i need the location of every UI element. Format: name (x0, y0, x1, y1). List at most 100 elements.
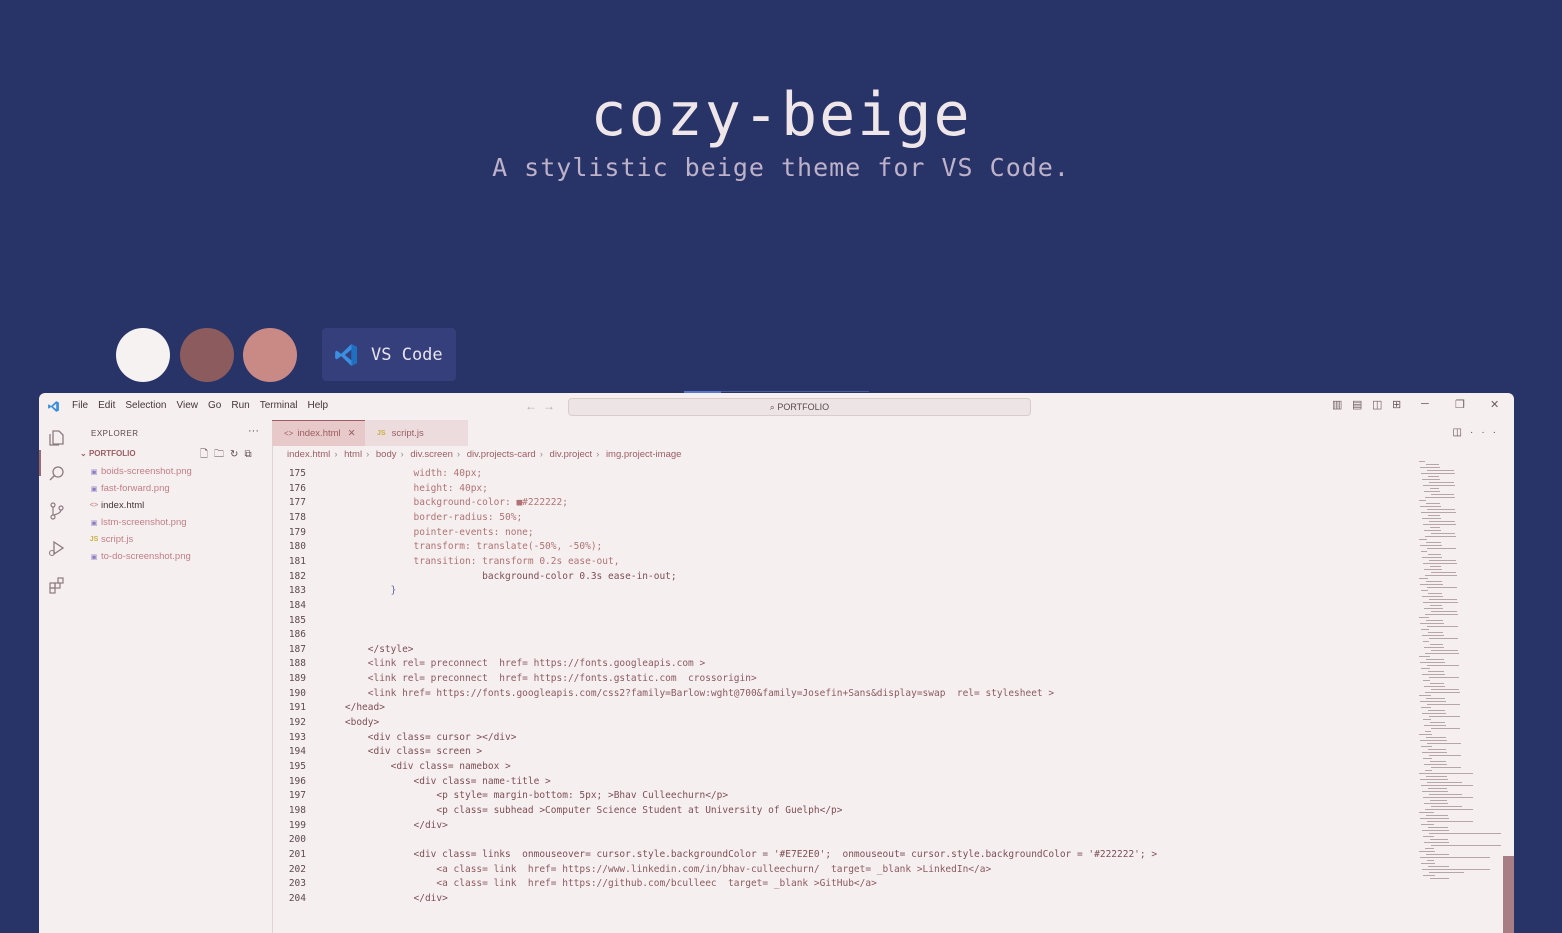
minimap-line (1431, 689, 1459, 690)
file-item[interactable]: ▣ lstm-screenshot.png (88, 517, 187, 528)
minimap-line (1419, 539, 1427, 540)
menu-edit[interactable]: Edit (98, 400, 115, 411)
menu-selection[interactable]: Selection (125, 400, 166, 411)
command-center[interactable]: ⌕ PORTFOLIO (568, 398, 1031, 416)
minimap-line (1423, 758, 1432, 759)
scrollbar[interactable] (1503, 856, 1514, 933)
minimap-line (1426, 503, 1440, 504)
line-number: 180 (288, 541, 306, 553)
explorer-icon[interactable] (47, 428, 67, 448)
minimap-line (1423, 641, 1429, 642)
minimap-line (1419, 656, 1430, 657)
image-file-icon: ▣ (90, 468, 98, 476)
minimap-line (1427, 509, 1455, 510)
code-line: } (322, 585, 397, 597)
minimize-icon[interactable]: ─ (1421, 398, 1429, 410)
tab-index-html[interactable]: <> index.html ✕ (272, 420, 365, 446)
minimap-line (1424, 764, 1447, 765)
minimap-line (1430, 722, 1445, 723)
line-number: 188 (288, 658, 306, 670)
toggle-panel-icon[interactable]: ▤ (1352, 398, 1362, 411)
command-center-label: PORTFOLIO (777, 402, 830, 412)
line-number: 192 (288, 717, 306, 729)
image-file-icon: ▣ (90, 553, 98, 561)
code-line: <a class= link href= https://github.com/… (322, 878, 877, 890)
file-item[interactable]: JS script.js (88, 534, 133, 545)
minimap-line (1422, 830, 1449, 831)
minimap-line (1422, 752, 1447, 753)
minimap-line (1427, 548, 1456, 549)
code-line: pointer-events: none; (322, 526, 534, 538)
minimap-line (1422, 596, 1443, 597)
minimap-line (1425, 731, 1431, 732)
menu-file[interactable]: File (72, 400, 88, 411)
minimap-line (1427, 821, 1473, 822)
minimap-line (1428, 866, 1449, 867)
tab-label: script.js (391, 427, 424, 439)
menu-view[interactable]: View (177, 400, 199, 411)
minimap-line (1420, 818, 1449, 819)
minimap-line (1427, 626, 1458, 627)
swatch-pink[interactable] (243, 328, 297, 382)
line-number: 181 (288, 555, 306, 567)
line-number: 194 (288, 746, 306, 758)
toggle-sidebar-icon[interactable]: ▥ (1332, 398, 1342, 411)
line-number: 178 (288, 511, 306, 523)
minimap-line (1425, 848, 1434, 849)
customize-layout-icon[interactable]: ⊞ (1392, 398, 1401, 411)
source-control-icon[interactable] (47, 501, 67, 521)
swatch-brown[interactable] (180, 328, 234, 382)
tab-script-js[interactable]: JS script.js (365, 420, 468, 446)
close-icon[interactable]: ✕ (348, 428, 356, 439)
new-file-icon[interactable]: 🗋 (200, 449, 214, 460)
nav-arrows: ←→ (525, 399, 561, 413)
menu-terminal[interactable]: Terminal (260, 400, 298, 411)
collapse-all-icon[interactable]: ⧉ (244, 449, 257, 460)
minimap-line (1431, 806, 1462, 807)
file-item[interactable]: ▣ to-do-screenshot.png (88, 551, 191, 562)
refresh-icon[interactable]: ↻ (230, 449, 244, 460)
toggle-secondary-sidebar-icon[interactable]: ◫ (1372, 398, 1382, 411)
minimap-line (1426, 815, 1448, 816)
split-editor-icon[interactable]: ◫ (1453, 427, 1470, 438)
minimap-line (1424, 725, 1446, 726)
minimap-line (1423, 797, 1473, 798)
minimap-line (1429, 872, 1464, 873)
new-folder-icon[interactable]: 🗀 (214, 449, 230, 460)
code-line: border-radius: 50%; (322, 511, 523, 523)
vscode-button[interactable]: VS Code (322, 328, 456, 381)
code-line: </style> (322, 643, 414, 655)
more-actions-icon[interactable]: ··· (248, 425, 259, 437)
menu-bar: File Edit Selection View Go Run Terminal… (72, 400, 338, 411)
menu-help[interactable]: Help (308, 400, 329, 411)
folder-portfolio[interactable]: ⌄ PORTFOLIO (80, 449, 136, 458)
minimap-line (1422, 674, 1445, 675)
active-indicator (39, 450, 41, 476)
minimap-line (1420, 506, 1441, 507)
minimap[interactable] (1415, 457, 1503, 933)
menu-run[interactable]: Run (231, 400, 249, 411)
extensions-icon[interactable] (47, 575, 67, 595)
more-actions-icon[interactable]: ··· (1470, 427, 1504, 438)
back-arrow-icon[interactable]: ← (525, 399, 543, 413)
minimap-line (1426, 620, 1443, 621)
restore-icon[interactable]: ❐ (1455, 398, 1465, 411)
line-number: 191 (288, 702, 306, 714)
file-item[interactable]: <> index.html (88, 500, 144, 511)
code-editor[interactable]: 175 width: 40px; 176 height: 40px; 177 bac… (272, 457, 1412, 933)
forward-arrow-icon[interactable]: → (543, 399, 561, 413)
minimap-line (1422, 518, 1441, 519)
minimap-line (1424, 803, 1448, 804)
close-icon[interactable]: ✕ (1490, 398, 1499, 411)
minimap-line (1428, 515, 1440, 516)
run-debug-icon[interactable] (47, 538, 67, 558)
file-item[interactable]: ▣ fast-forward.png (88, 483, 170, 494)
search-icon[interactable] (47, 464, 67, 484)
file-item[interactable]: ▣ boids-screenshot.png (88, 466, 192, 477)
menu-go[interactable]: Go (208, 400, 221, 411)
swatch-white[interactable] (116, 328, 170, 382)
editor-actions: ◫··· (1453, 427, 1504, 438)
minimap-line (1425, 497, 1455, 498)
html-file-icon: <> (89, 502, 99, 509)
line-number: 201 (288, 848, 306, 860)
